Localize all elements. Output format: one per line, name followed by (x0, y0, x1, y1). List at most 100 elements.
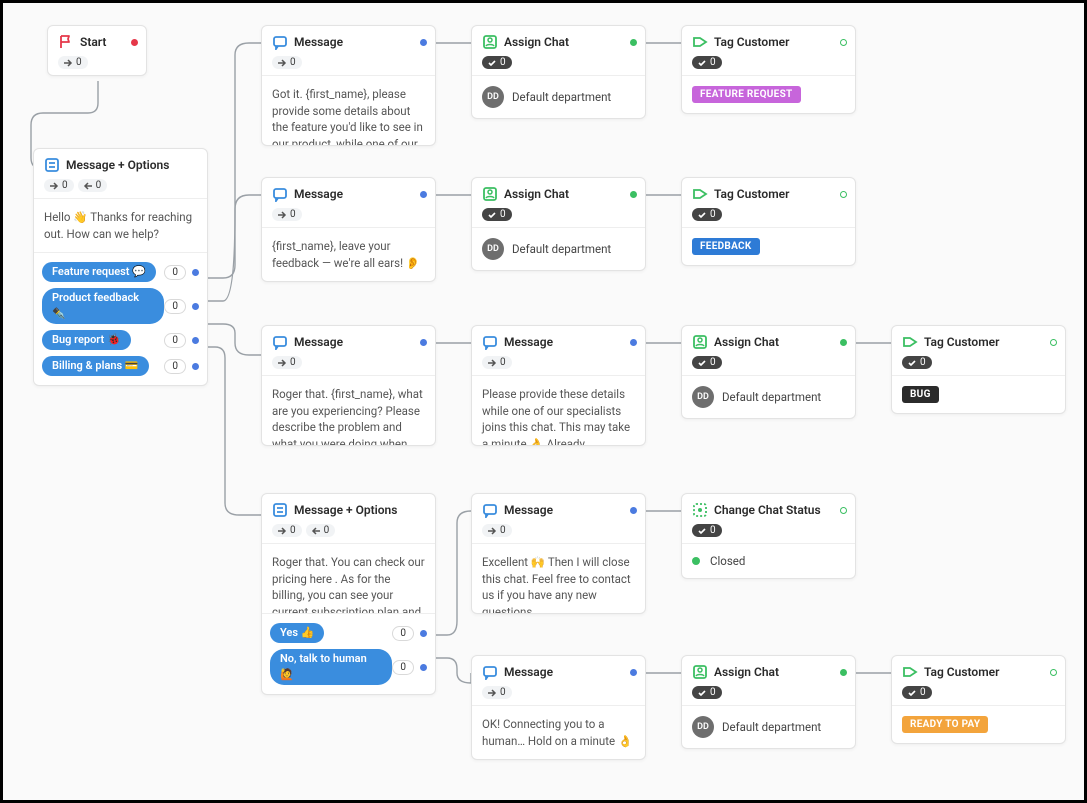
option-row-bug-report[interactable]: Bug report 🐞 0 (34, 327, 207, 353)
node-tag-3[interactable]: Tag Customer 0 BUG (891, 325, 1066, 414)
status-icon (692, 502, 708, 518)
dept-name: Default department (512, 242, 611, 256)
status-dot (840, 339, 847, 346)
port (192, 269, 199, 276)
status-row: Closed (682, 543, 855, 578)
option-count: 0 (164, 359, 186, 374)
check-icon (907, 358, 917, 368)
count-out: 0 (44, 179, 74, 192)
status-dot (840, 507, 847, 514)
check-icon (697, 58, 707, 68)
node-body: OK! Connecting you to a human… Hold on a… (472, 705, 645, 759)
dept-name: Default department (512, 90, 611, 104)
node-message-1[interactable]: Message 0 Got it. {first_name}, please p… (261, 25, 436, 146)
port (192, 363, 199, 370)
node-title: Message (294, 187, 343, 201)
node-assign-1[interactable]: Assign Chat 0 DDDefault department (471, 25, 646, 119)
node-message-4[interactable]: Message 0 Excellent 🙌 Then I will close … (471, 493, 646, 614)
options-list: Yes 👍 0 No, talk to human 🙋 0 (262, 613, 435, 694)
arrow-icon (277, 210, 287, 220)
node-title: Tag Customer (714, 187, 789, 201)
node-body: Roger that. {first_name}, what are you e… (262, 375, 435, 445)
status-indicator (692, 557, 700, 565)
count-out: 0 (902, 686, 932, 699)
node-title: Message (294, 335, 343, 349)
tag-icon (692, 34, 708, 50)
canvas[interactable]: Start 0 Message + Options 0 0 Hello 👋 (0, 0, 1087, 803)
node-body: Got it. {first_name}, please provide som… (262, 75, 435, 145)
node-tag-4[interactable]: Tag Customer 0 READY TO PAY (891, 655, 1066, 744)
node-assign-4[interactable]: Assign Chat 0 DDDefault department (681, 655, 856, 749)
assign-icon (482, 34, 498, 50)
node-message-3b[interactable]: Message 0 Please provide these details w… (471, 325, 646, 446)
count-out: 0 (692, 356, 722, 369)
dept-avatar: DD (692, 716, 714, 738)
option-row-billing-plans[interactable]: Billing & plans 💳 0 (34, 353, 207, 379)
option-count: 0 (392, 660, 414, 675)
port (192, 303, 199, 310)
count-out: 0 (482, 686, 512, 699)
node-assign-2[interactable]: Assign Chat 0 DDDefault department (471, 177, 646, 271)
count-out: 0 (272, 208, 302, 221)
node-message-options-1[interactable]: Message + Options 0 0 Hello 👋 Thanks for… (33, 148, 208, 386)
options-list: Feature request 💬 0 Product feedback ✒️ … (34, 252, 207, 385)
status-dot (630, 507, 637, 514)
node-assign-3[interactable]: Assign Chat 0 DDDefault department (681, 325, 856, 419)
message-icon (482, 664, 498, 680)
option-row-feature-request[interactable]: Feature request 💬 0 (34, 259, 207, 285)
tag-row: READY TO PAY (892, 705, 1065, 743)
option-count: 0 (164, 333, 186, 348)
option-pill: Bug report 🐞 (42, 330, 131, 350)
node-title: Assign Chat (714, 335, 779, 349)
check-icon (697, 210, 707, 220)
option-count: 0 (392, 626, 414, 641)
option-row-product-feedback[interactable]: Product feedback ✒️ 0 (34, 285, 207, 327)
status-dot (630, 191, 637, 198)
node-title: Message (504, 335, 553, 349)
option-pill: No, talk to human 🙋 (270, 649, 392, 685)
node-message-2[interactable]: Message 0 {first_name}, leave your feedb… (261, 177, 436, 282)
dept-row: DDDefault department (682, 705, 855, 748)
option-pill: Billing & plans 💳 (42, 356, 149, 376)
node-tag-1[interactable]: Tag Customer 0 FEATURE REQUEST (681, 25, 856, 114)
count-out: 0 (272, 524, 302, 537)
tag-badge: FEEDBACK (692, 238, 760, 255)
tag-row: BUG (892, 375, 1065, 413)
arrow-icon (63, 58, 73, 68)
arrow-icon (49, 181, 59, 191)
arrow-icon (277, 358, 287, 368)
node-title: Tag Customer (924, 335, 999, 349)
node-tag-2[interactable]: Tag Customer 0 FEEDBACK (681, 177, 856, 266)
tag-badge: FEATURE REQUEST (692, 86, 801, 103)
node-message-3[interactable]: Message 0 Roger that. {first_name}, what… (261, 325, 436, 446)
node-message-options-2[interactable]: Message + Options 0 0 Roger that. You ca… (261, 493, 436, 695)
node-message-5[interactable]: Message 0 OK! Connecting you to a human…… (471, 655, 646, 760)
option-row-no-human[interactable]: No, talk to human 🙋 0 (262, 646, 435, 688)
node-body: Please provide these details while one o… (472, 375, 645, 445)
flag-icon (58, 34, 74, 50)
message-icon (272, 186, 288, 202)
port (192, 337, 199, 344)
node-change-status[interactable]: Change Chat Status 0 Closed (681, 493, 856, 579)
dept-row: DDDefault department (472, 227, 645, 270)
message-options-icon (44, 157, 60, 173)
assign-icon (482, 186, 498, 202)
count-out: 0 (482, 208, 512, 221)
count-out: 0 (692, 686, 722, 699)
status-dot (840, 191, 847, 198)
dept-row: DDDefault department (472, 75, 645, 118)
dept-row: DDDefault department (682, 375, 855, 418)
status-dot (1050, 669, 1057, 676)
node-title: Tag Customer (714, 35, 789, 49)
tag-icon (902, 334, 918, 350)
start-title: Start (80, 35, 106, 49)
assign-icon (692, 334, 708, 350)
tag-icon (902, 664, 918, 680)
node-title: Assign Chat (504, 187, 569, 201)
node-start[interactable]: Start 0 (47, 25, 147, 76)
arrow-icon (487, 358, 497, 368)
node-body: {first_name}, leave your feedback — we'r… (262, 227, 435, 281)
node-title: Message (294, 35, 343, 49)
option-row-yes[interactable]: Yes 👍 0 (262, 620, 435, 646)
count-out: 0 (482, 56, 512, 69)
